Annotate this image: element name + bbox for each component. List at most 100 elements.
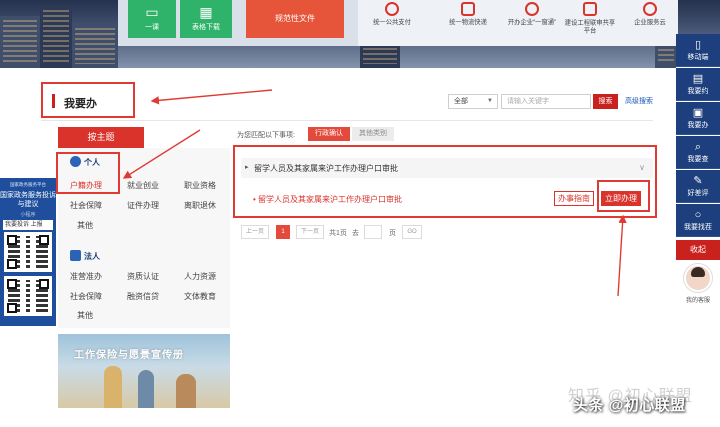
keyword-input[interactable] — [501, 94, 591, 109]
service-label: 建设工程联审共享平台 — [564, 19, 616, 35]
magnifier-doc-icon: ⌕ — [694, 141, 702, 153]
quick-tiles: ▭ 一课 ▦ 表格下载 规范性文件 — [118, 0, 358, 46]
tab-by-theme[interactable]: 按主题 — [58, 127, 144, 148]
toutiao-watermark: 头条 @初心联盟 — [573, 397, 686, 414]
building — [0, 16, 40, 68]
page-1-button[interactable]: 1 — [276, 225, 290, 239]
customer-service-avatar[interactable] — [684, 264, 712, 292]
category-employment[interactable]: 就业创业 — [127, 180, 159, 191]
toolbar-label: 我要查 — [687, 156, 709, 163]
logistics-icon — [461, 2, 475, 16]
service-unified-payment[interactable]: 统一公共支付 — [362, 0, 422, 27]
tile-label: 一课 — [145, 24, 159, 31]
service-label: 统一物流快递 — [449, 19, 487, 26]
service-business-window[interactable]: 开办企业“一窗通” — [502, 0, 562, 27]
service-construction-platform[interactable]: 建设工程联审共享平台 — [560, 0, 620, 36]
scope-select-value: 全部 — [454, 98, 468, 105]
table-download-icon: ▦ — [199, 4, 213, 20]
go-button[interactable]: GO — [402, 225, 422, 239]
matter-item-header[interactable]: 留学人员及其家属来沪工作办理户口审批 ∨ — [241, 158, 653, 178]
qr-code-image — [4, 276, 52, 316]
matter-sub-item-label: 留学人员及其家属来沪工作办理户口审批 — [258, 195, 403, 204]
category-other[interactable]: 其他 — [77, 310, 93, 321]
arrow-to-apply — [617, 214, 627, 297]
tile-normative-documents[interactable]: 规范性文件 — [246, 0, 344, 38]
next-page-button[interactable]: 下一页 — [296, 225, 324, 239]
task-icon: ▣ — [692, 107, 704, 119]
tile-label: 表格下载 — [192, 24, 220, 31]
toolbar-mobile[interactable]: ▯ 移动端 — [676, 34, 720, 67]
category-human-resources[interactable]: 人力资源 — [184, 271, 216, 282]
promo-banner[interactable]: 工作保险与愿景宣传册 — [58, 334, 230, 408]
building — [72, 24, 118, 68]
tile-classroom[interactable]: ▭ 一课 — [128, 0, 176, 38]
construction-icon — [583, 2, 597, 16]
toolbar-label: 好差评 — [687, 190, 709, 197]
right-toolbar: ▯ 移动端 ▤ 我要约 ▣ 我要办 ⌕ 我要查 ✎ 好差评 ○ 我要找茬 收起 … — [676, 34, 720, 304]
tab-administrative-confirmation[interactable]: 行政确认 — [308, 127, 350, 141]
toolbar-report-issue[interactable]: ○ 我要找茬 — [676, 204, 720, 237]
corporate-group-header: 法人 — [70, 250, 100, 262]
rating-icon: ✎ — [693, 175, 703, 187]
group-label: 法人 — [84, 252, 100, 261]
advanced-search-link[interactable]: 高级搜索 — [625, 96, 653, 106]
toolbar-rating[interactable]: ✎ 好差评 — [676, 170, 720, 203]
toolbar-label: 我要约 — [687, 88, 709, 95]
chevron-down-icon: ▼ — [487, 98, 493, 104]
category-financing[interactable]: 融资信贷 — [127, 291, 159, 302]
category-certificates[interactable]: 证件办理 — [127, 200, 159, 211]
worker-figure — [138, 370, 154, 408]
category-culture-education[interactable]: 文体教育 — [184, 291, 216, 302]
toolbar-query[interactable]: ⌕ 我要查 — [676, 136, 720, 169]
scope-select[interactable]: 全部 ▼ — [448, 94, 498, 109]
building — [40, 6, 72, 68]
category-other[interactable]: 其他 — [77, 220, 93, 231]
page-number-input[interactable] — [364, 225, 382, 239]
service-enterprise-cloud[interactable]: 企业服务云 — [620, 0, 680, 27]
annotation-box-matter — [233, 145, 657, 218]
briefcase-icon — [70, 250, 81, 261]
page-unit-text: 页 — [389, 230, 396, 237]
category-social-security[interactable]: 社会保障 — [70, 291, 102, 302]
toolbar-appointment[interactable]: ▤ 我要约 — [676, 68, 720, 101]
mobile-icon: ▯ — [694, 39, 702, 51]
matter-sub-item[interactable]: • 留学人员及其家属来沪工作办理户口审批 — [253, 194, 402, 205]
tab-other-category[interactable]: 其他类别 — [352, 127, 394, 141]
search-icon: ○ — [694, 209, 702, 221]
category-business-license[interactable]: 准营准办 — [70, 271, 102, 282]
business-icon — [525, 2, 539, 16]
matter-item-title: 留学人员及其家属来沪工作办理户口审批 — [245, 163, 398, 174]
category-retirement[interactable]: 离职退休 — [184, 200, 216, 211]
customer-service-label: 我的客服 — [685, 298, 710, 304]
service-guide-button[interactable]: 办事指南 — [554, 191, 594, 206]
calendar-icon: ▤ — [692, 73, 704, 85]
toolbar-handle[interactable]: ▣ 我要办 — [676, 102, 720, 135]
toolbar-label: 移动端 — [687, 54, 709, 61]
goto-text: 去 — [352, 230, 359, 237]
qr-widget[interactable]: 国家政务服务平台 国家政务服务投诉与建议 小程序 我要投诉 上报 — [0, 178, 56, 326]
service-links: 统一公共支付 统一物流快递 开办企业“一窗通” 建设工程联审共享平台 企业服务云 — [358, 0, 678, 46]
qr-section-label: 我要投诉 上报 — [3, 220, 53, 230]
building — [360, 44, 400, 68]
category-qualification[interactable]: 资质认证 — [127, 271, 159, 282]
annotation-box-title — [41, 82, 135, 118]
toolbar-label: 我要找茬 — [684, 224, 712, 231]
cloud-icon — [643, 2, 657, 16]
category-social-security[interactable]: 社会保障 — [70, 200, 102, 211]
payment-icon — [385, 2, 399, 16]
tile-table-download[interactable]: ▦ 表格下载 — [180, 0, 232, 38]
worker-figure — [176, 374, 196, 408]
search-button[interactable]: 搜索 — [593, 94, 618, 109]
worker-figure — [104, 366, 122, 408]
qr-code-image — [4, 232, 52, 272]
annotation-box-apply — [597, 180, 650, 212]
match-label: 为您匹配以下事项: — [237, 132, 295, 139]
total-pages-text: 共1页 — [329, 230, 347, 237]
banner: ▭ 一课 ▦ 表格下载 规范性文件 统一公共支付 统一物流快递 开办企业“一窗通… — [0, 0, 720, 68]
prev-page-button[interactable]: 上一页 — [241, 225, 269, 239]
toolbar-collapse-button[interactable]: 收起 — [676, 240, 720, 260]
service-unified-logistics[interactable]: 统一物流快递 — [438, 0, 498, 27]
service-label: 开办企业“一窗通” — [507, 19, 557, 26]
promo-title: 工作保险与愿景宣传册 — [74, 350, 184, 361]
category-professional-qualification[interactable]: 职业资格 — [184, 180, 216, 191]
